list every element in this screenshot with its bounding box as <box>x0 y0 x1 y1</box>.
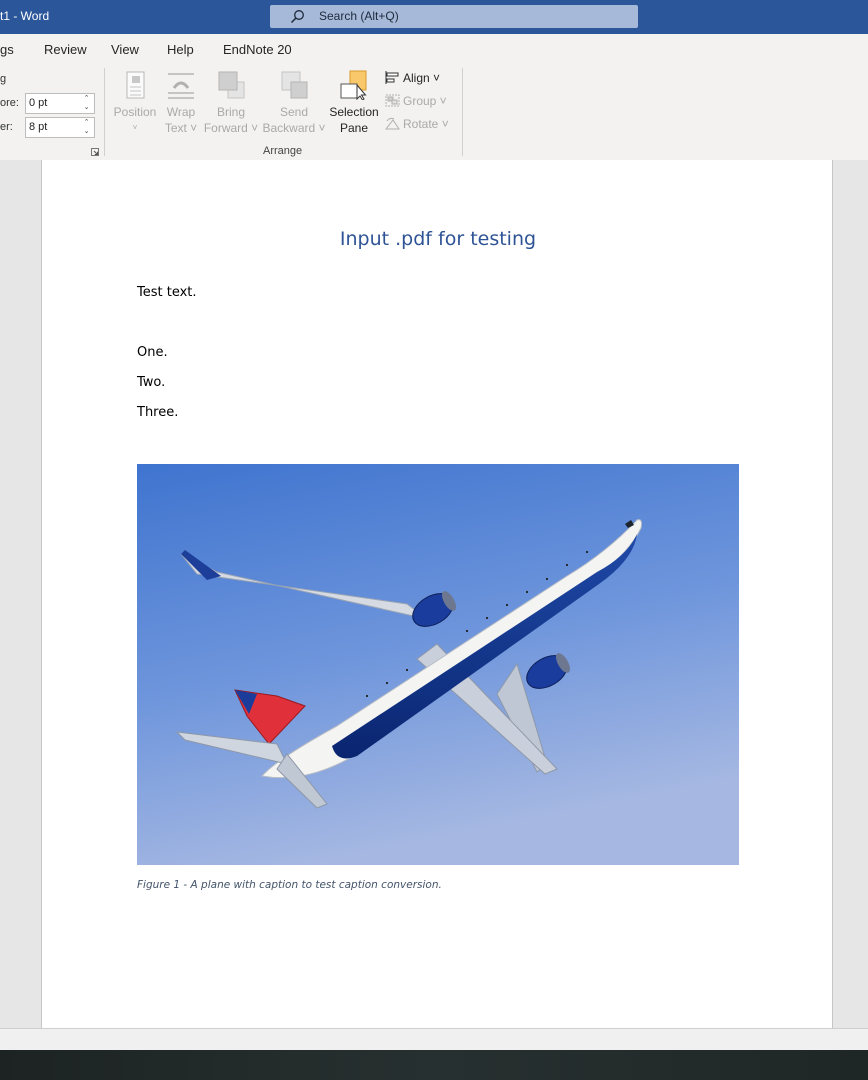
selection-pane-label: Selection <box>329 105 379 119</box>
wrap-text-label-2: Text ˅ <box>164 121 198 135</box>
rotate-label: Rotate ˅ <box>403 117 449 131</box>
bring-forward-label: Bring <box>216 105 245 119</box>
document-area[interactable]: Input .pdf for testing Test text. One. T… <box>0 160 868 1028</box>
group-label: Group ˅ <box>403 94 447 108</box>
ribbon-tabs: gs Review View Help EndNote 20 <box>0 34 868 64</box>
group-separator <box>104 68 105 156</box>
rotate-icon <box>385 117 400 130</box>
document-page[interactable]: Input .pdf for testing Test text. One. T… <box>41 160 833 1028</box>
search-icon <box>290 10 304 24</box>
spin-arrows-icon[interactable]: ⌃ ⌄ <box>82 118 91 137</box>
tab-view[interactable]: View <box>111 42 139 57</box>
selection-pane-label-2: Pane <box>339 121 369 135</box>
paragraph-one: One. <box>137 345 168 360</box>
spacing-before-value: 0 pt <box>29 97 48 109</box>
arrange-group-label: Arrange <box>263 145 303 157</box>
position-icon <box>120 70 150 100</box>
airplane-photo[interactable] <box>137 464 739 865</box>
ribbon: g ore: 0 pt ⌃⌄ er: 8 pt ⌃⌄ Position ˅ <box>0 64 868 161</box>
position-button[interactable]: Position ˅ <box>112 70 158 136</box>
spacing-after-field[interactable]: 8 pt ⌃ ⌄ <box>25 117 95 138</box>
figure-caption: Figure 1 - A plane with caption to test … <box>137 879 442 891</box>
position-caret: ˅ <box>132 123 138 132</box>
dialog-launcher-icon[interactable] <box>91 148 99 156</box>
send-backward-icon <box>279 70 309 100</box>
wrap-text-button[interactable]: Wrap Text ˅ <box>160 70 202 136</box>
selection-pane-icon <box>339 70 369 101</box>
taskbar <box>0 1050 868 1080</box>
document-title: Input .pdf for testing <box>339 228 537 250</box>
spacing-header: g <box>0 73 7 85</box>
spacing-before-label: ore: <box>0 97 19 109</box>
spin-arrows-icon[interactable]: ⌃ ⌄ <box>82 94 91 113</box>
send-backward-button[interactable]: Send Backward ˅ <box>262 70 326 136</box>
tab-help[interactable]: Help <box>167 42 194 57</box>
bring-forward-button[interactable]: Bring Forward ˅ <box>202 70 260 136</box>
paragraph-three: Three. <box>137 405 179 420</box>
spacing-after-value: 8 pt <box>29 121 48 133</box>
bring-forward-icon <box>216 70 246 100</box>
search-box[interactable]: Search (Alt+Q) <box>270 5 638 28</box>
search-placeholder: Search (Alt+Q) <box>319 9 399 23</box>
send-backward-label-2: Backward ˅ <box>262 121 326 135</box>
spacing-after-label: er: <box>0 121 13 133</box>
group-icon <box>385 94 400 107</box>
position-label: Position <box>113 105 157 119</box>
paragraph-two: Two. <box>137 375 166 390</box>
window-title: t1 - Word <box>0 9 50 23</box>
send-backward-label: Send <box>279 105 309 119</box>
spacing-before-field[interactable]: 0 pt ⌃ ⌄ <box>25 93 95 114</box>
tab-endnote[interactable]: EndNote 20 <box>223 42 292 57</box>
wrap-text-icon <box>166 70 196 100</box>
title-bar: t1 - Word Search (Alt+Q) <box>0 0 868 34</box>
status-strip <box>0 1028 868 1051</box>
group-button[interactable]: Group ˅ <box>385 94 447 108</box>
tab-review[interactable]: Review <box>44 42 87 57</box>
selection-pane-button[interactable]: Selection Pane <box>326 70 382 136</box>
group-separator <box>462 68 463 156</box>
align-button[interactable]: Align ˅ <box>385 71 440 85</box>
rotate-button[interactable]: Rotate ˅ <box>385 117 449 131</box>
paragraph-test-text: Test text. <box>137 285 197 300</box>
tab-settings-truncated[interactable]: gs <box>0 42 14 57</box>
align-label: Align ˅ <box>403 71 441 85</box>
bring-forward-label-2: Forward ˅ <box>203 121 259 135</box>
align-icon <box>385 71 399 84</box>
wrap-text-label: Wrap <box>166 105 196 119</box>
